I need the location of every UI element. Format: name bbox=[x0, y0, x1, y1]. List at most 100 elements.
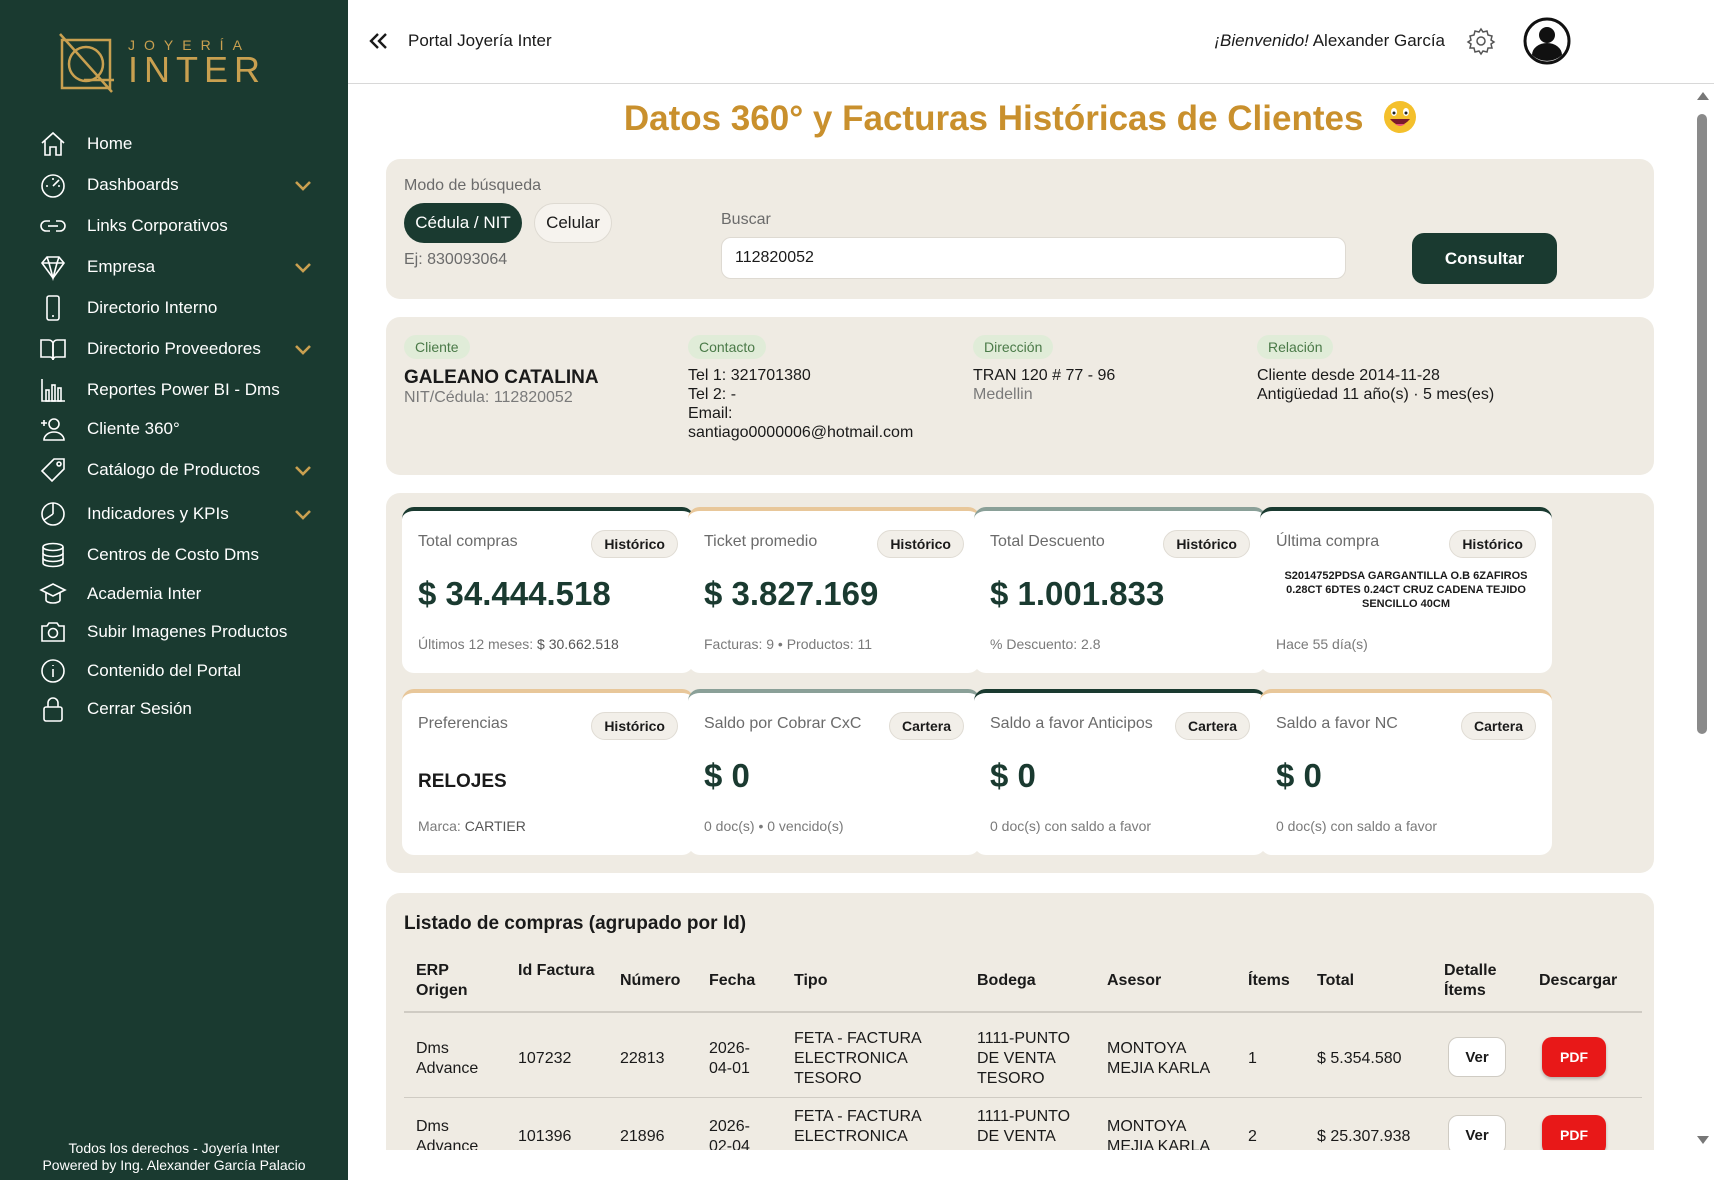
vertical-scrollbar[interactable] bbox=[1693, 88, 1711, 1148]
sidebar-item-catalogo-productos[interactable]: Catálogo de Productos bbox=[0, 450, 348, 490]
sidebar-item-empresa[interactable]: Empresa bbox=[0, 247, 348, 287]
scroll-down-arrow-icon[interactable] bbox=[1697, 1136, 1709, 1144]
collapse-sidebar-icon[interactable] bbox=[366, 28, 392, 54]
client-since-date: 2014-11-28 bbox=[1359, 367, 1440, 384]
contacto-chip: Contacto bbox=[688, 335, 767, 359]
table-header-asesor[interactable]: Asesor bbox=[1107, 971, 1161, 991]
client-name: GALEANO CATALINA bbox=[404, 367, 599, 388]
kpi-title: Preferencias bbox=[418, 715, 508, 732]
kpi-footer: % Descuento: 2.8 bbox=[990, 636, 1101, 652]
footer-powered: Powered by Ing. Alexander García Palacio bbox=[42, 1157, 306, 1173]
sidebar-item-cliente-360[interactable]: Cliente 360° bbox=[0, 409, 348, 449]
portal-title: Portal Joyería Inter bbox=[408, 31, 552, 50]
pie-icon bbox=[38, 499, 68, 529]
chevron-down-icon[interactable] bbox=[292, 174, 314, 196]
table-header-descargar[interactable]: Descargar bbox=[1539, 971, 1617, 991]
topbar: Portal Joyería Inter ¡Bienvenido! Alexan… bbox=[348, 0, 1714, 84]
sidebar-item-label: Centros de Costo Dms bbox=[87, 545, 259, 564]
sidebar-item-links-corporativos[interactable]: Links Corporativos bbox=[0, 206, 348, 246]
kpi-badge: Histórico bbox=[591, 530, 678, 558]
sidebar-item-directorio-interno[interactable]: Directorio Interno bbox=[0, 288, 348, 328]
home-icon bbox=[38, 129, 68, 159]
sidebar-item-label: Academia Inter bbox=[87, 584, 202, 603]
info-icon bbox=[38, 656, 68, 686]
user-avatar-icon[interactable] bbox=[1522, 16, 1572, 66]
book-icon bbox=[38, 334, 68, 364]
search-field-label: Buscar bbox=[721, 211, 771, 228]
sidebar-item-academia-inter[interactable]: Academia Inter bbox=[0, 574, 348, 614]
client-antiguedad-prefix: Antigüedad bbox=[1257, 386, 1343, 403]
ver-detalle-button[interactable]: Ver bbox=[1448, 1037, 1506, 1077]
sidebar-item-dashboards[interactable]: Dashboards bbox=[0, 165, 348, 205]
kpi-title: Total compras bbox=[418, 533, 518, 550]
diamond-icon bbox=[38, 252, 68, 282]
chevron-down-icon[interactable] bbox=[292, 338, 314, 360]
kpi-footer: Marca: CARTIER bbox=[418, 818, 526, 834]
sidebar-item-label: Contenido del Portal bbox=[87, 661, 242, 680]
client-since-prefix: Cliente desde bbox=[1257, 367, 1360, 384]
table-header-id-factura[interactable]: Id Factura bbox=[518, 961, 598, 981]
bar-chart-icon bbox=[38, 375, 68, 405]
sidebar-item-cerrar-sesion[interactable]: Cerrar Sesión bbox=[0, 689, 348, 729]
gear-icon[interactable] bbox=[1466, 26, 1496, 56]
tag-icon bbox=[38, 455, 68, 485]
kpi-footer: 0 doc(s) • 0 vencido(s) bbox=[704, 818, 844, 834]
mode-celular-button[interactable]: Celular bbox=[534, 203, 612, 243]
consultar-button[interactable]: Consultar bbox=[1412, 233, 1557, 284]
table-header-fecha[interactable]: Fecha bbox=[709, 971, 755, 991]
footer-rights: Todos los derechos - Joyería Inter bbox=[68, 1140, 280, 1156]
ver-detalle-button[interactable]: Ver bbox=[1448, 1115, 1506, 1150]
kpi-title: Ticket promedio bbox=[704, 533, 818, 550]
link-icon bbox=[38, 211, 68, 241]
database-icon bbox=[38, 540, 68, 570]
client-antiguedad-value: 11 año(s) · 5 mes(es) bbox=[1342, 386, 1495, 403]
brand-logo[interactable]: JOYERÍA INTER bbox=[56, 30, 266, 94]
cell-erp: Dms Advance bbox=[416, 1040, 479, 1077]
download-pdf-button[interactable]: PDF bbox=[1542, 1037, 1606, 1077]
client-email: santiago0000006@hotmail.com bbox=[688, 424, 914, 441]
kpi-panel: Total compras Histórico $ 34.444.518 Últ… bbox=[386, 493, 1654, 873]
mode-cedula-nit-button[interactable]: Cédula / NIT bbox=[404, 203, 522, 243]
kpi-footer: Hace 55 día(s) bbox=[1276, 636, 1368, 652]
table-header-numero[interactable]: Número bbox=[620, 971, 680, 991]
scroll-up-arrow-icon[interactable] bbox=[1697, 92, 1709, 100]
kpi-badge: Cartera bbox=[888, 712, 964, 740]
kpi-badge: Cartera bbox=[1174, 712, 1250, 740]
download-pdf-button[interactable]: PDF bbox=[1542, 1115, 1606, 1150]
cell-tipo: FETA - FACTURA ELECTRONICA TESORO bbox=[794, 1030, 921, 1087]
sidebar-item-label: Cerrar Sesión bbox=[87, 699, 192, 718]
main-content: Datos 360° y Facturas Históricas de Clie… bbox=[348, 85, 1693, 1150]
table-header-detalle[interactable]: Detalle Ítems bbox=[1444, 961, 1514, 1001]
table-header-total[interactable]: Total bbox=[1317, 971, 1354, 991]
kpi-title: Saldo por Cobrar CxC bbox=[704, 715, 862, 732]
kpi-footer-value: $ 30.662.518 bbox=[537, 636, 619, 652]
chevron-down-icon[interactable] bbox=[292, 459, 314, 481]
sidebar-item-label: Cliente 360° bbox=[87, 419, 180, 438]
client-id: NIT/Cédula: 112820052 bbox=[404, 389, 573, 406]
sidebar-item-subir-imagenes[interactable]: Subir Imagenes Productos bbox=[0, 612, 348, 652]
kpi-badge: Histórico bbox=[591, 712, 678, 740]
sidebar-item-reportes-power-bi[interactable]: Reportes Power BI - Dms bbox=[0, 370, 348, 410]
sidebar-item-indicadores-kpis[interactable]: Indicadores y KPIs bbox=[0, 494, 348, 534]
sidebar-item-centros-costo[interactable]: Centros de Costo Dms bbox=[0, 535, 348, 575]
kpi-footer: 0 doc(s) con saldo a favor bbox=[1276, 818, 1438, 834]
direccion-chip: Dirección bbox=[973, 335, 1054, 359]
chevron-down-icon[interactable] bbox=[292, 503, 314, 525]
sidebar-item-contenido-portal[interactable]: Contenido del Portal bbox=[0, 651, 348, 691]
table-header-erp[interactable]: ERP Origen bbox=[416, 961, 496, 1001]
cell-asesor: MONTOYA MEJIA KARLA bbox=[1107, 1118, 1211, 1150]
cell-bodega: 1111-PUNTO DE VENTA bbox=[977, 1108, 1071, 1145]
cell-items: 2 bbox=[1248, 1128, 1257, 1145]
table-header-items[interactable]: Ítems bbox=[1248, 971, 1290, 991]
page-title-text: Datos 360° y Facturas Históricas de Clie… bbox=[623, 99, 1364, 138]
sidebar-item-home[interactable]: Home bbox=[0, 124, 348, 164]
sidebar-item-directorio-proveedores[interactable]: Directorio Proveedores bbox=[0, 329, 348, 369]
table-header-tipo[interactable]: Tipo bbox=[794, 971, 827, 991]
grinning-face-icon bbox=[1384, 101, 1417, 133]
search-input[interactable] bbox=[721, 237, 1346, 279]
scroll-thumb[interactable] bbox=[1697, 114, 1707, 734]
search-panel: Modo de búsqueda Cédula / NIT Celular Ej… bbox=[386, 159, 1654, 299]
chevron-down-icon[interactable] bbox=[292, 256, 314, 278]
table-header-bodega[interactable]: Bodega bbox=[977, 971, 1036, 991]
client-since: Cliente desde 2014-11-28 bbox=[1257, 367, 1440, 385]
